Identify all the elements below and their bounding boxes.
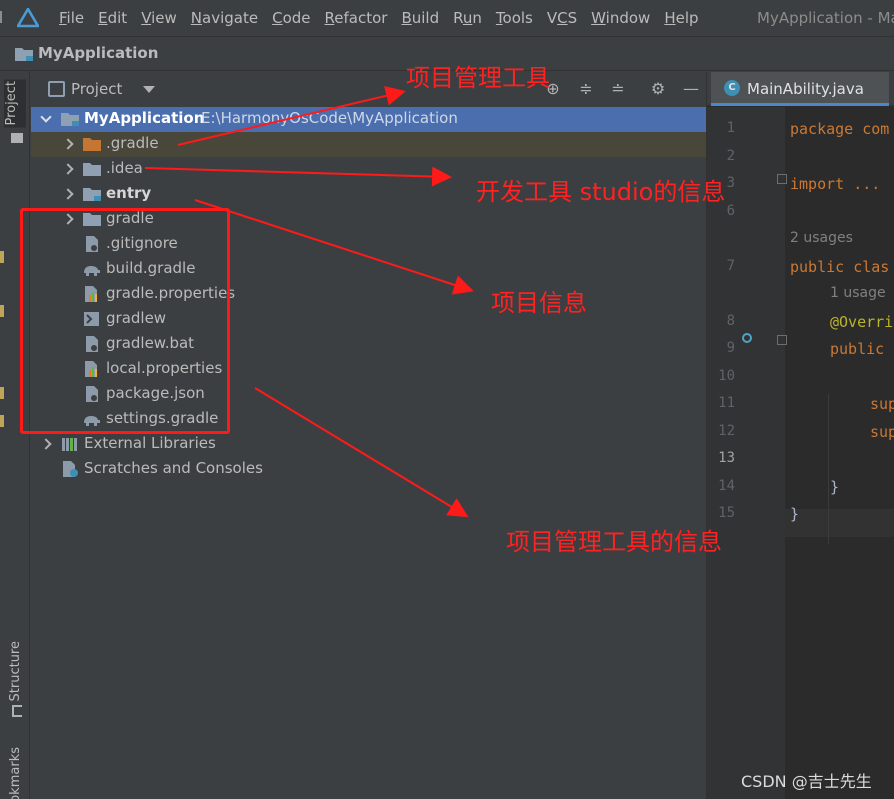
line-number: 8 xyxy=(726,313,735,329)
project-view-icon xyxy=(48,81,65,97)
fold-icon[interactable] xyxy=(777,174,787,184)
gear-icon[interactable]: ⚙ xyxy=(648,79,668,99)
window-title: MyApplication - Ma xyxy=(757,9,894,27)
line-number: 9 xyxy=(726,340,735,356)
editor-tab-bar: C MainAbility.java xyxy=(707,72,894,106)
menu-window[interactable]: Window xyxy=(591,9,650,27)
libraries-icon xyxy=(61,436,79,452)
stripe-marker xyxy=(0,387,4,399)
tree-item-label: .idea xyxy=(106,159,143,177)
menu-edit[interactable]: Edit xyxy=(98,9,127,27)
breadcrumb-project[interactable]: MyApplication xyxy=(38,44,158,62)
chevron-right-icon[interactable] xyxy=(63,189,73,199)
menu-vcs[interactable]: VCS xyxy=(547,9,577,27)
line-number: 7 xyxy=(726,258,735,274)
menu-code[interactable]: Code xyxy=(272,9,310,27)
stripe-marker xyxy=(0,251,4,263)
code-line: import ... xyxy=(790,175,881,193)
project-path: E:\HarmonyOsCode\MyApplication xyxy=(201,109,458,127)
chevron-right-icon[interactable] xyxy=(41,439,51,449)
annotation-text: 项目管理工具的信息 xyxy=(506,528,722,556)
menu-tools[interactable]: Tools xyxy=(496,9,533,27)
tree-item-label: External Libraries xyxy=(84,434,216,452)
tree-item[interactable]: Scratches and Consoles xyxy=(31,457,706,482)
hide-panel-icon[interactable]: — xyxy=(681,79,701,99)
tool-tab-project-icon xyxy=(11,133,23,143)
folder-orange-icon xyxy=(83,136,101,152)
module-folder-icon xyxy=(61,111,79,127)
menu-view[interactable]: View xyxy=(141,9,177,27)
fold-icon[interactable] xyxy=(777,335,787,345)
chevron-down-icon[interactable] xyxy=(41,114,51,124)
editor-tab-mainability[interactable]: C MainAbility.java xyxy=(711,72,889,106)
line-number: 1 xyxy=(726,120,735,136)
usage-hint[interactable]: 1 usage xyxy=(830,285,886,301)
override-gutter-icon[interactable] xyxy=(742,333,752,343)
code-editor: C MainAbility.java 1 2 3 6 7 8 9 10 11 12 13 14 15 p… xyxy=(706,72,894,799)
project-panel-header: Project ⊕ ≑ ≐ ⚙ — xyxy=(31,72,706,106)
tool-window-stripe: Project Structure Bookmarks xyxy=(0,71,30,799)
menu-build[interactable]: Build xyxy=(401,9,439,27)
code-line: sup xyxy=(870,395,894,413)
annotation-text: 项目管理工具 xyxy=(406,64,550,92)
line-number: 2 xyxy=(726,148,735,164)
menu-help[interactable]: Help xyxy=(664,9,698,27)
code-line: } xyxy=(830,478,840,496)
folder-icon xyxy=(83,161,101,177)
line-number: 10 xyxy=(718,368,735,384)
tree-item[interactable]: .gradle xyxy=(31,132,706,157)
tree-item-label: .gradle xyxy=(106,134,159,152)
tree-item-label: entry xyxy=(106,184,152,202)
tree-item[interactable]: MyApplication E:\HarmonyOsCode\MyApplicat… xyxy=(31,107,706,132)
code-line: public clas xyxy=(790,258,890,276)
menu-navigate[interactable]: Navigate xyxy=(191,9,258,27)
expand-all-icon[interactable]: ≑ xyxy=(576,79,596,99)
code-line: } xyxy=(790,505,800,523)
tool-tab-structure[interactable]: Structure xyxy=(8,641,23,701)
usage-hint[interactable]: 2 usages xyxy=(790,230,853,246)
code-line: package com xyxy=(790,120,890,138)
line-number: 13 xyxy=(718,450,735,466)
menu-bar: File Edit View Navigate Code Refactor Build Run… xyxy=(0,0,894,36)
structure-icon xyxy=(12,705,22,717)
module-folder-icon xyxy=(15,48,33,61)
menu-items: File Edit View Navigate Code Refactor Build Run… xyxy=(59,0,713,36)
chevron-right-icon[interactable] xyxy=(63,139,73,149)
annotation-box-project-info xyxy=(20,208,230,434)
chevron-right-icon[interactable] xyxy=(63,164,73,174)
scratches-icon xyxy=(61,461,79,477)
stripe-marker xyxy=(0,305,4,317)
window-menu-icon[interactable] xyxy=(0,11,5,23)
java-class-icon: C xyxy=(724,80,740,96)
collapse-all-icon[interactable]: ≐ xyxy=(608,79,628,99)
menu-run[interactable]: Run xyxy=(453,9,482,27)
annotation-text: 项目信息 xyxy=(491,289,587,317)
code-line: sup xyxy=(870,423,894,441)
project-view-selector[interactable]: Project xyxy=(71,80,122,98)
line-number: 11 xyxy=(718,395,735,411)
tree-item[interactable]: External Libraries xyxy=(31,432,706,457)
menu-refactor[interactable]: Refactor xyxy=(325,9,388,27)
watermark: CSDN @吉士先生 xyxy=(741,772,872,791)
line-number: 12 xyxy=(718,423,735,439)
app-logo-icon xyxy=(17,8,39,28)
tool-tab-project[interactable]: Project xyxy=(4,79,26,128)
code-line: @Overri xyxy=(830,313,894,331)
tool-tab-bookmarks[interactable]: Bookmarks xyxy=(8,747,23,799)
menu-file[interactable]: File xyxy=(59,9,84,27)
module-folder-icon xyxy=(83,186,101,202)
annotation-text: 开发工具 studio的信息 xyxy=(476,178,726,206)
indent-guide xyxy=(828,394,829,544)
tree-item-label: MyApplication xyxy=(84,109,205,127)
current-line-highlight xyxy=(785,509,894,537)
line-number-gutter: 1 2 3 6 7 8 9 10 11 12 13 14 15 xyxy=(707,107,785,799)
chevron-down-icon[interactable] xyxy=(143,86,155,93)
editor-tab-label: MainAbility.java xyxy=(747,80,864,98)
code-line: public xyxy=(830,340,885,358)
line-number: 14 xyxy=(718,478,735,494)
tree-item-label: Scratches and Consoles xyxy=(84,459,263,477)
stripe-marker xyxy=(0,415,4,427)
line-number: 15 xyxy=(718,505,735,521)
